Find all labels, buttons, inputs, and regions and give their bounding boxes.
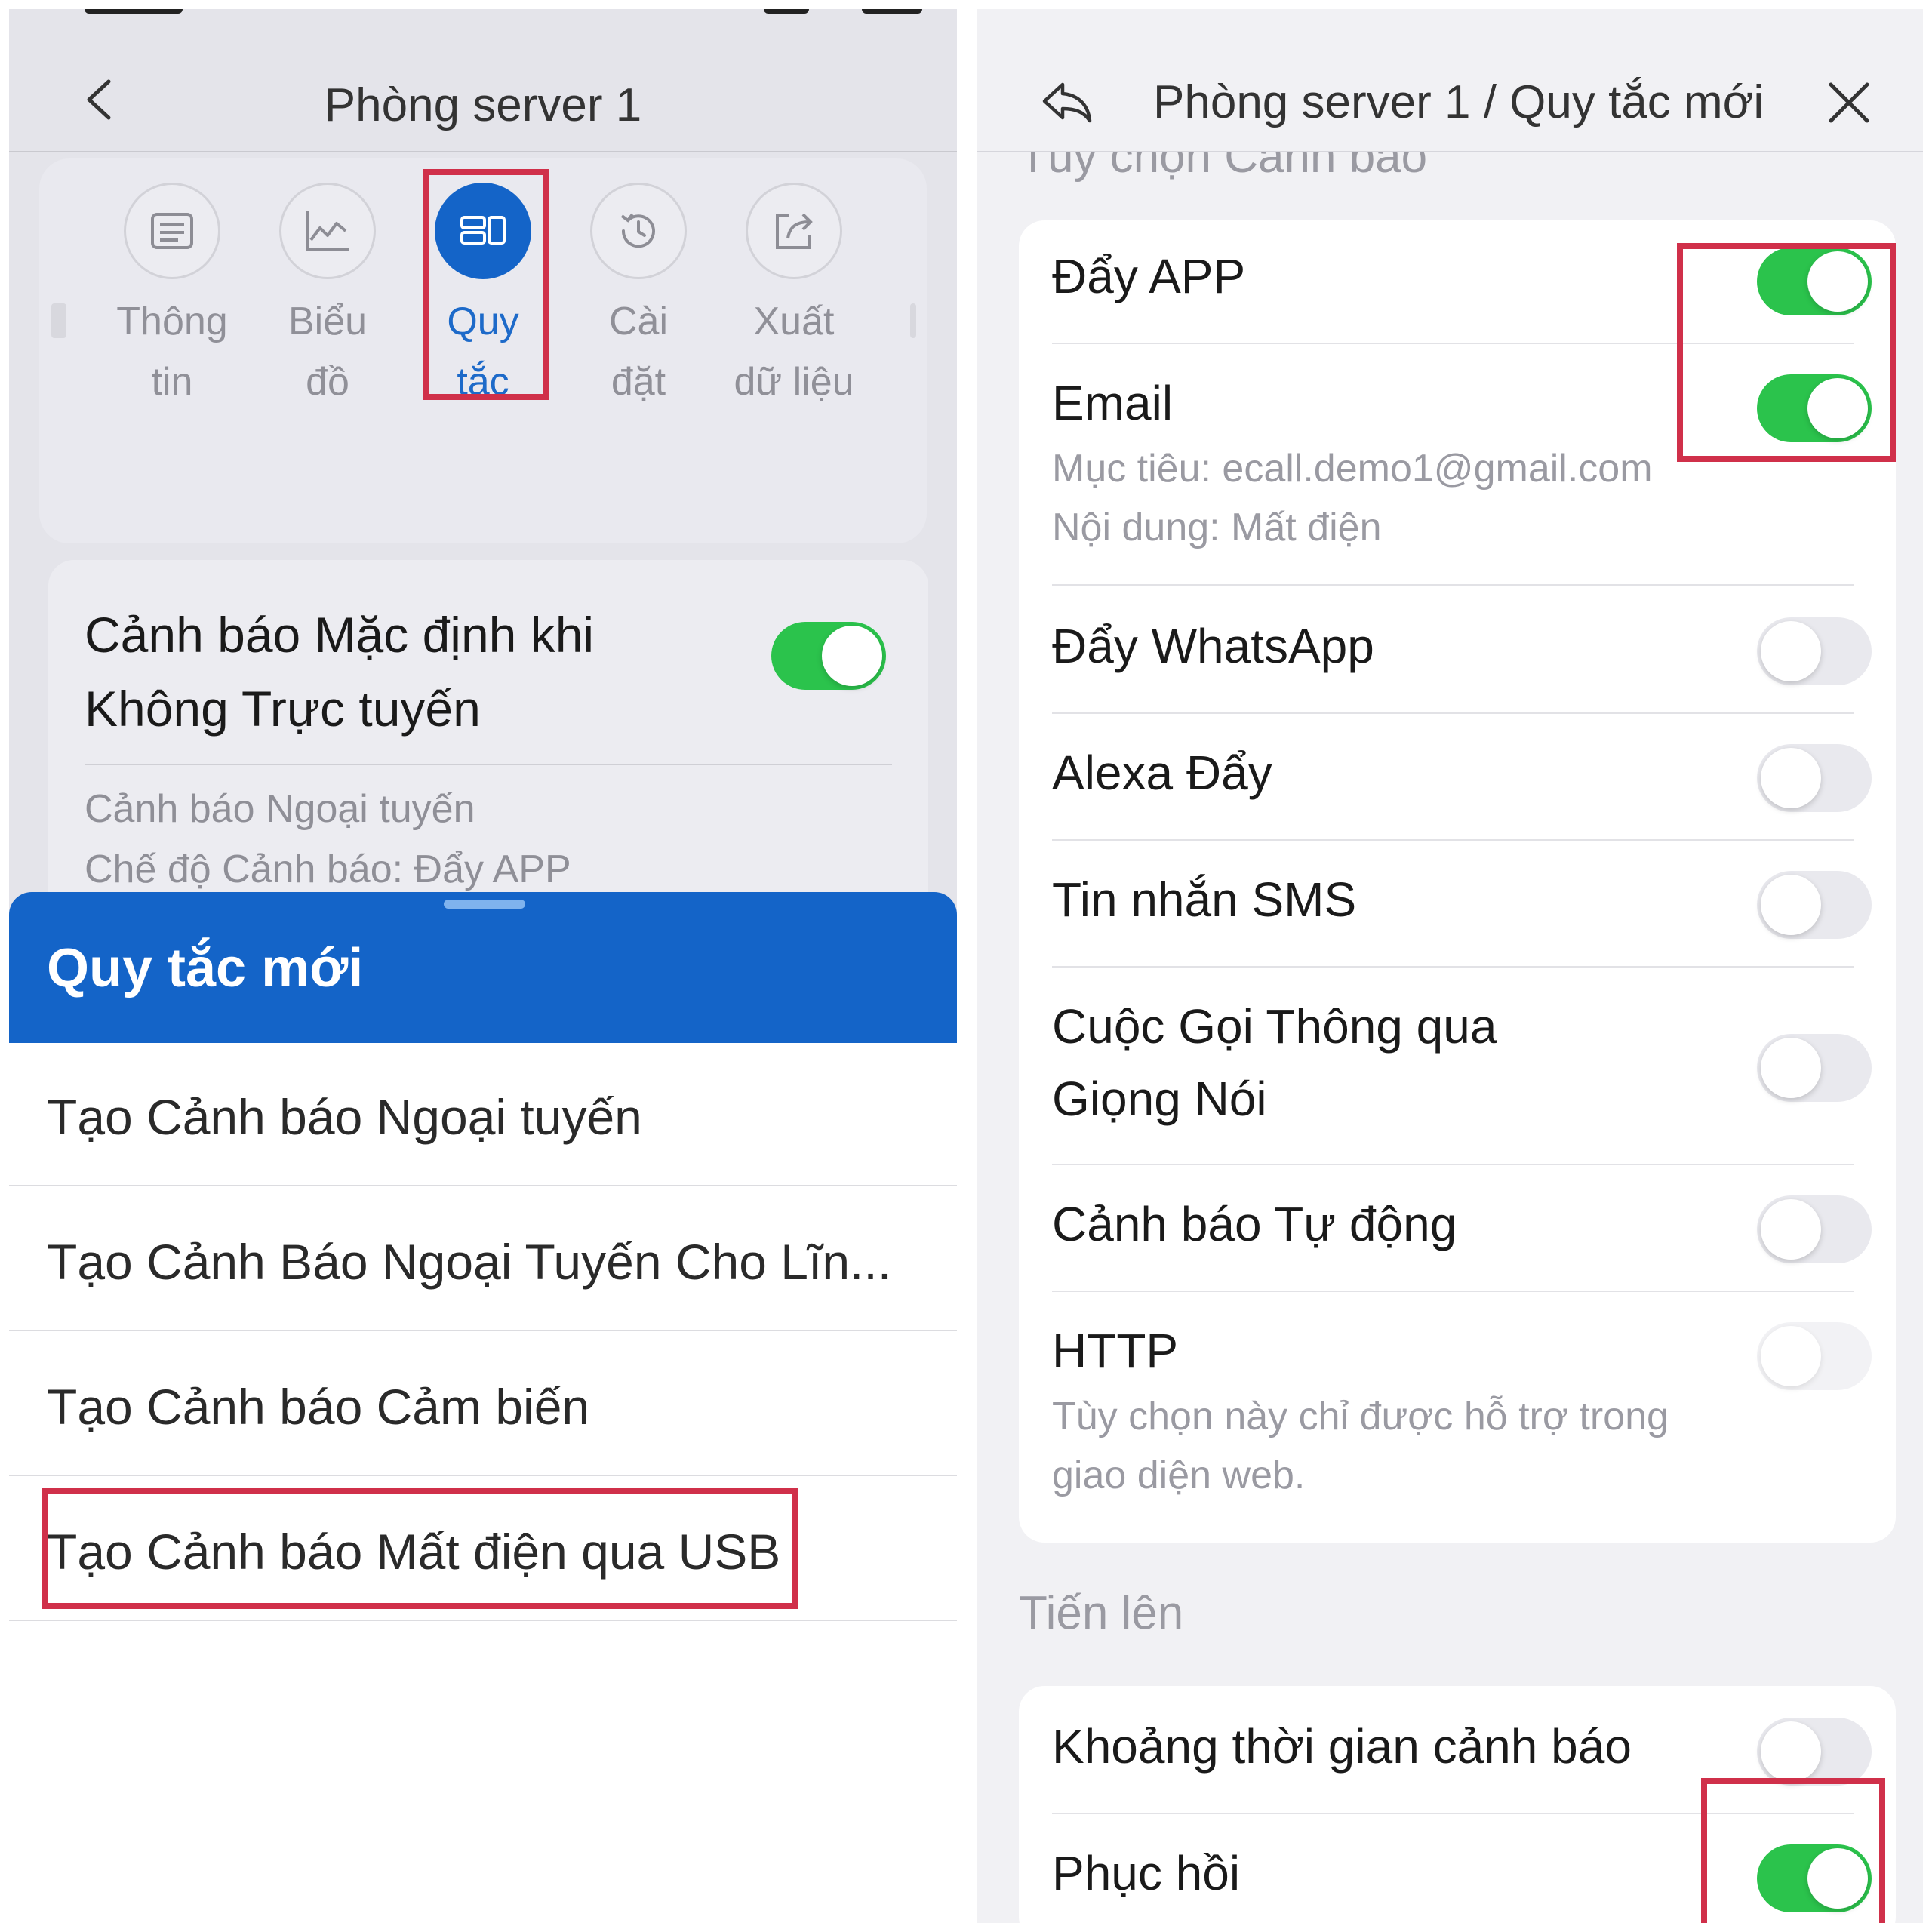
right-screen: Tùy chọn Cảnh báo Phòng server 1 / Quy t… — [977, 9, 1923, 1923]
create-offline-alert-batch[interactable]: Tạo Cảnh Báo Ngoại Tuyến Cho Lĩn... — [9, 1188, 957, 1331]
nav-bar: Phòng server 1 / Quy tắc mới — [977, 9, 1923, 152]
default-rule-toggle[interactable] — [771, 622, 886, 690]
sheet-grab-handle[interactable] — [444, 900, 525, 909]
left-screen: Phòng server 1 Thông tin Biểu đồ Quy tắc… — [9, 9, 957, 1923]
tab-chart[interactable]: Biểu đồ — [260, 183, 395, 412]
option-alexa: Alexa Đẩy — [1052, 746, 1272, 800]
divider — [1052, 966, 1854, 968]
tab-label: Xuất dữ liệu — [734, 300, 854, 404]
new-rule-sheet-header: Quy tắc mới — [9, 892, 957, 1043]
toggle-voice-call[interactable] — [1757, 1034, 1872, 1102]
highlight-box — [42, 1488, 798, 1609]
share-back-icon[interactable] — [1040, 78, 1093, 125]
close-icon[interactable] — [1825, 78, 1873, 127]
nav-bar: Phòng server 1 — [9, 9, 957, 152]
history-icon — [590, 183, 687, 279]
option-whatsapp: Đẩy WhatsApp — [1052, 619, 1374, 673]
default-rule-mode: Chế độ Cảnh báo: Đẩy APP — [85, 848, 571, 891]
option-auto-alert: Cảnh báo Tự động — [1052, 1197, 1457, 1251]
highlight-box — [1677, 243, 1896, 462]
tab-fade-right — [910, 303, 916, 338]
tab-label: Biểu đồ — [288, 300, 368, 404]
tab-label: Thông tin — [116, 300, 228, 404]
highlight-box — [423, 169, 549, 400]
toggle-whatsapp[interactable] — [1757, 617, 1872, 685]
divider — [85, 764, 892, 765]
option-sms: Tin nhắn SMS — [1052, 872, 1357, 927]
toggle-sms[interactable] — [1757, 871, 1872, 939]
tab-fade-left — [51, 303, 66, 338]
default-rule-type: Cảnh báo Ngoại tuyến — [85, 787, 475, 831]
toggle-alert-interval[interactable] — [1757, 1718, 1872, 1786]
chart-icon — [279, 183, 376, 279]
create-offline-alert[interactable]: Tạo Cảnh báo Ngoại tuyến — [9, 1043, 957, 1186]
section-title-advanced: Tiến lên — [1019, 1587, 1184, 1639]
tab-settings[interactable]: Cài đặt — [571, 183, 706, 412]
default-rule-title: Cảnh báo Mặc định khi Không Trực tuyến — [85, 607, 595, 737]
page-title: Phòng server 1 — [324, 79, 642, 131]
tab-label: Cài đặt — [608, 300, 669, 404]
tab-info[interactable]: Thông tin — [104, 183, 240, 412]
option-http: HTTP Tùy chọn này chỉ được hỗ trợ trong … — [1052, 1324, 1669, 1497]
page-title: Phòng server 1 / Quy tắc mới — [1153, 76, 1764, 128]
export-icon — [746, 183, 842, 279]
toggle-alexa[interactable] — [1757, 744, 1872, 812]
highlight-box — [1701, 1778, 1885, 1923]
option-voice-call: Cuộc Gọi Thông qua Giọng Nói — [1052, 999, 1497, 1126]
toggle-auto-alert[interactable] — [1757, 1195, 1872, 1263]
create-sensor-alert[interactable]: Tạo Cảnh báo Cảm biến — [9, 1333, 957, 1476]
divider — [1052, 584, 1854, 586]
divider — [1052, 839, 1854, 841]
divider — [1052, 1291, 1854, 1292]
tab-export[interactable]: Xuất dữ liệu — [726, 183, 862, 412]
divider — [1052, 1164, 1854, 1165]
list-icon — [124, 183, 220, 279]
toggle-http — [1757, 1322, 1872, 1390]
option-alert-interval: Khoảng thời gian cảnh báo — [1052, 1719, 1632, 1774]
divider — [1052, 712, 1854, 714]
sheet-title: Quy tắc mới — [47, 938, 364, 998]
